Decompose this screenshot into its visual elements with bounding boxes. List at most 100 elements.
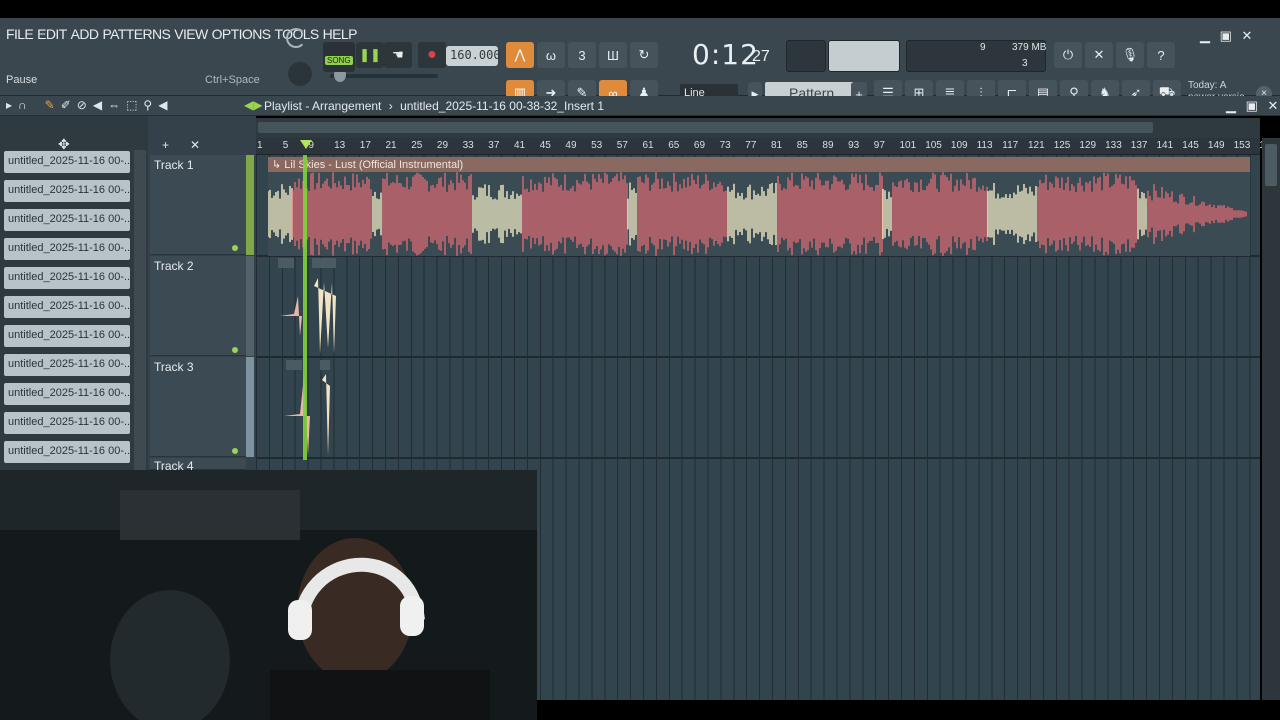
zoom-icon[interactable]: ⚲ xyxy=(143,98,152,112)
master-slider[interactable] xyxy=(330,74,438,78)
remove-track-icon[interactable]: ✕ xyxy=(190,138,200,152)
menu-add[interactable]: ADD xyxy=(69,26,101,42)
add-track-icon[interactable]: + xyxy=(162,138,169,152)
x-tools-icon: ✕ xyxy=(1093,47,1105,62)
track-strip-2[interactable] xyxy=(246,256,254,356)
countdown-icon: 3 xyxy=(578,47,586,63)
ruler-bar-number: 81 xyxy=(771,140,783,151)
restore-icon[interactable]: ▣ xyxy=(1220,28,1232,43)
menu-edit[interactable]: EDIT xyxy=(35,26,69,42)
playlist-tools: ▸ ∩ ✎ ✐ ⊘ ◀ ⇔ ⬚ ⚲ ◀ xyxy=(6,98,167,112)
menu-arrow-icon[interactable]: ▸ xyxy=(6,98,12,112)
clip-2b-header xyxy=(312,258,336,268)
clip-3b-header xyxy=(320,360,330,370)
pattern-list-item[interactable]: untitled_2025-11-16 00-... xyxy=(4,383,130,405)
timeline-ruler[interactable]: 1 5 9 13 17 21 25 29 33 37 41 45 49 53 57 61 65 69 73 77 81 8… xyxy=(256,138,1265,155)
help-button[interactable]: ? xyxy=(1147,42,1175,68)
wait-input-button[interactable]: ω xyxy=(537,42,565,68)
mute-icon[interactable]: ◀ xyxy=(93,98,102,112)
knob-icon[interactable] xyxy=(286,28,306,48)
step-icon: Ш xyxy=(607,47,619,63)
loop-record-button[interactable]: ↻ xyxy=(630,42,658,68)
ruler-bar-number: 141 xyxy=(1156,140,1174,151)
playhead-line[interactable] xyxy=(303,155,307,460)
pattern-list-item[interactable]: untitled_2025-11-16 00-... xyxy=(4,325,130,347)
delete-icon[interactable]: ⊘ xyxy=(77,98,87,112)
metronome-button[interactable]: ⋀ xyxy=(506,42,534,68)
track-led-2[interactable] xyxy=(232,347,238,353)
audio-clip-waveform[interactable] xyxy=(268,172,1250,256)
track-header-4[interactable]: Track 4 xyxy=(150,458,246,473)
ruler-bar-number: 1 xyxy=(257,140,263,151)
playhead-marker-icon[interactable] xyxy=(300,140,312,149)
magnet-icon[interactable]: ∩ xyxy=(18,98,27,112)
pattern-list-item[interactable]: untitled_2025-11-16 00-... xyxy=(4,412,130,434)
track-strip-3[interactable] xyxy=(246,357,254,457)
online-button[interactable]: ⏻ xyxy=(1054,42,1082,68)
time-display[interactable]: 0:12 xyxy=(692,38,759,71)
tempo-display[interactable]: 160.000 xyxy=(446,46,501,66)
pattern-list-item[interactable]: untitled_2025-11-16 00-... xyxy=(4,441,130,463)
track-strip-1[interactable] xyxy=(246,155,254,255)
track-header-3[interactable]: Track 3 xyxy=(150,357,246,457)
ruler-bar-number: 17 xyxy=(359,140,371,151)
pattern-list-item[interactable]: untitled_2025-11-16 00-... xyxy=(4,180,130,202)
pattern-list-item[interactable]: untitled_2025-11-16 00-... xyxy=(4,238,130,260)
playlist-title-separator: › xyxy=(388,99,393,113)
clip-3-header xyxy=(286,360,302,370)
pattern-list-item[interactable]: untitled_2025-11-16 00-... xyxy=(4,296,130,318)
tools-button[interactable]: ✕ xyxy=(1085,42,1113,68)
browser-scrollbar[interactable] xyxy=(134,150,146,470)
ruler-bar-number: 41 xyxy=(514,140,526,151)
mic-button[interactable]: 🎙 xyxy=(1116,42,1144,68)
track-header-1[interactable]: Track 1 xyxy=(150,155,246,255)
pattern-list-item[interactable]: untitled_2025-11-16 00-... xyxy=(4,267,130,289)
menu-help[interactable]: HELP xyxy=(321,26,359,42)
playlist-minimize-icon[interactable]: ▁ xyxy=(1226,98,1236,113)
pattern-list-item[interactable]: untitled_2025-11-16 00-... xyxy=(4,209,130,231)
vertical-scroll-thumb[interactable] xyxy=(1265,144,1277,186)
track-name: Track 2 xyxy=(154,259,194,273)
close-icon[interactable]: ✕ xyxy=(1242,28,1253,43)
playback-icon[interactable]: ◀ xyxy=(158,98,167,112)
track-2-3-clips[interactable] xyxy=(270,256,360,470)
pause-button[interactable]: ❚❚ xyxy=(356,42,384,68)
playlist-maximize-icon[interactable]: ▣ xyxy=(1246,98,1258,113)
step-edit-button[interactable]: Ш xyxy=(599,42,627,68)
pattern-list-item[interactable]: untitled_2025-11-16 00-... xyxy=(4,354,130,376)
clip-marker: ↳ xyxy=(272,159,282,171)
ruler-bar-number: 73 xyxy=(719,140,731,151)
ruler-bar-number: 97 xyxy=(873,140,885,151)
oscilloscope xyxy=(786,40,826,72)
minimize-icon[interactable]: ▁ xyxy=(1200,28,1210,43)
menu-patterns[interactable]: PATTERNS xyxy=(100,26,172,42)
mic-icon: 🎙 xyxy=(1121,47,1139,62)
menu-options[interactable]: OPTIONS xyxy=(210,26,273,42)
time-subdisplay: 27 xyxy=(752,48,770,65)
track-led-3[interactable] xyxy=(232,448,238,454)
ruler-bar-number: 13 xyxy=(334,140,346,151)
stop-button[interactable]: ☚ xyxy=(384,42,412,68)
vertical-scrollbar[interactable] xyxy=(1262,138,1280,700)
slip-icon[interactable]: ⇔ xyxy=(108,98,120,112)
menu-view[interactable]: VIEW xyxy=(172,26,209,42)
menu-file[interactable]: FILE xyxy=(4,26,35,42)
top-black-band xyxy=(0,0,1280,18)
ruler-bar-number: 69 xyxy=(693,140,706,151)
pencil-icon[interactable]: ✎ xyxy=(45,98,55,112)
track-led-1[interactable] xyxy=(232,245,238,251)
select-icon[interactable]: ⬚ xyxy=(126,98,137,112)
track-header-2[interactable]: Track 2 xyxy=(150,256,246,356)
webcam-person-body xyxy=(270,670,490,720)
ruler-bar-number: 33 xyxy=(462,140,474,151)
horizontal-scrollbar[interactable] xyxy=(258,122,1153,133)
record-button[interactable]: ● xyxy=(418,42,446,68)
pattern-list-item[interactable]: untitled_2025-11-16 00-... xyxy=(4,151,130,173)
playlist-close-icon[interactable]: ✕ xyxy=(1268,98,1279,113)
master-knob-icon[interactable] xyxy=(288,62,312,86)
countdown-button[interactable]: 3 xyxy=(568,42,596,68)
audio-clip-header[interactable]: ↳ Lil Skies - Lust (Official Instrumenta… xyxy=(268,157,1250,172)
paint-icon[interactable]: ✐ xyxy=(61,98,71,112)
ruler-bar-number: 21 xyxy=(385,140,397,151)
ruler-bar-number: 149 xyxy=(1207,140,1225,151)
